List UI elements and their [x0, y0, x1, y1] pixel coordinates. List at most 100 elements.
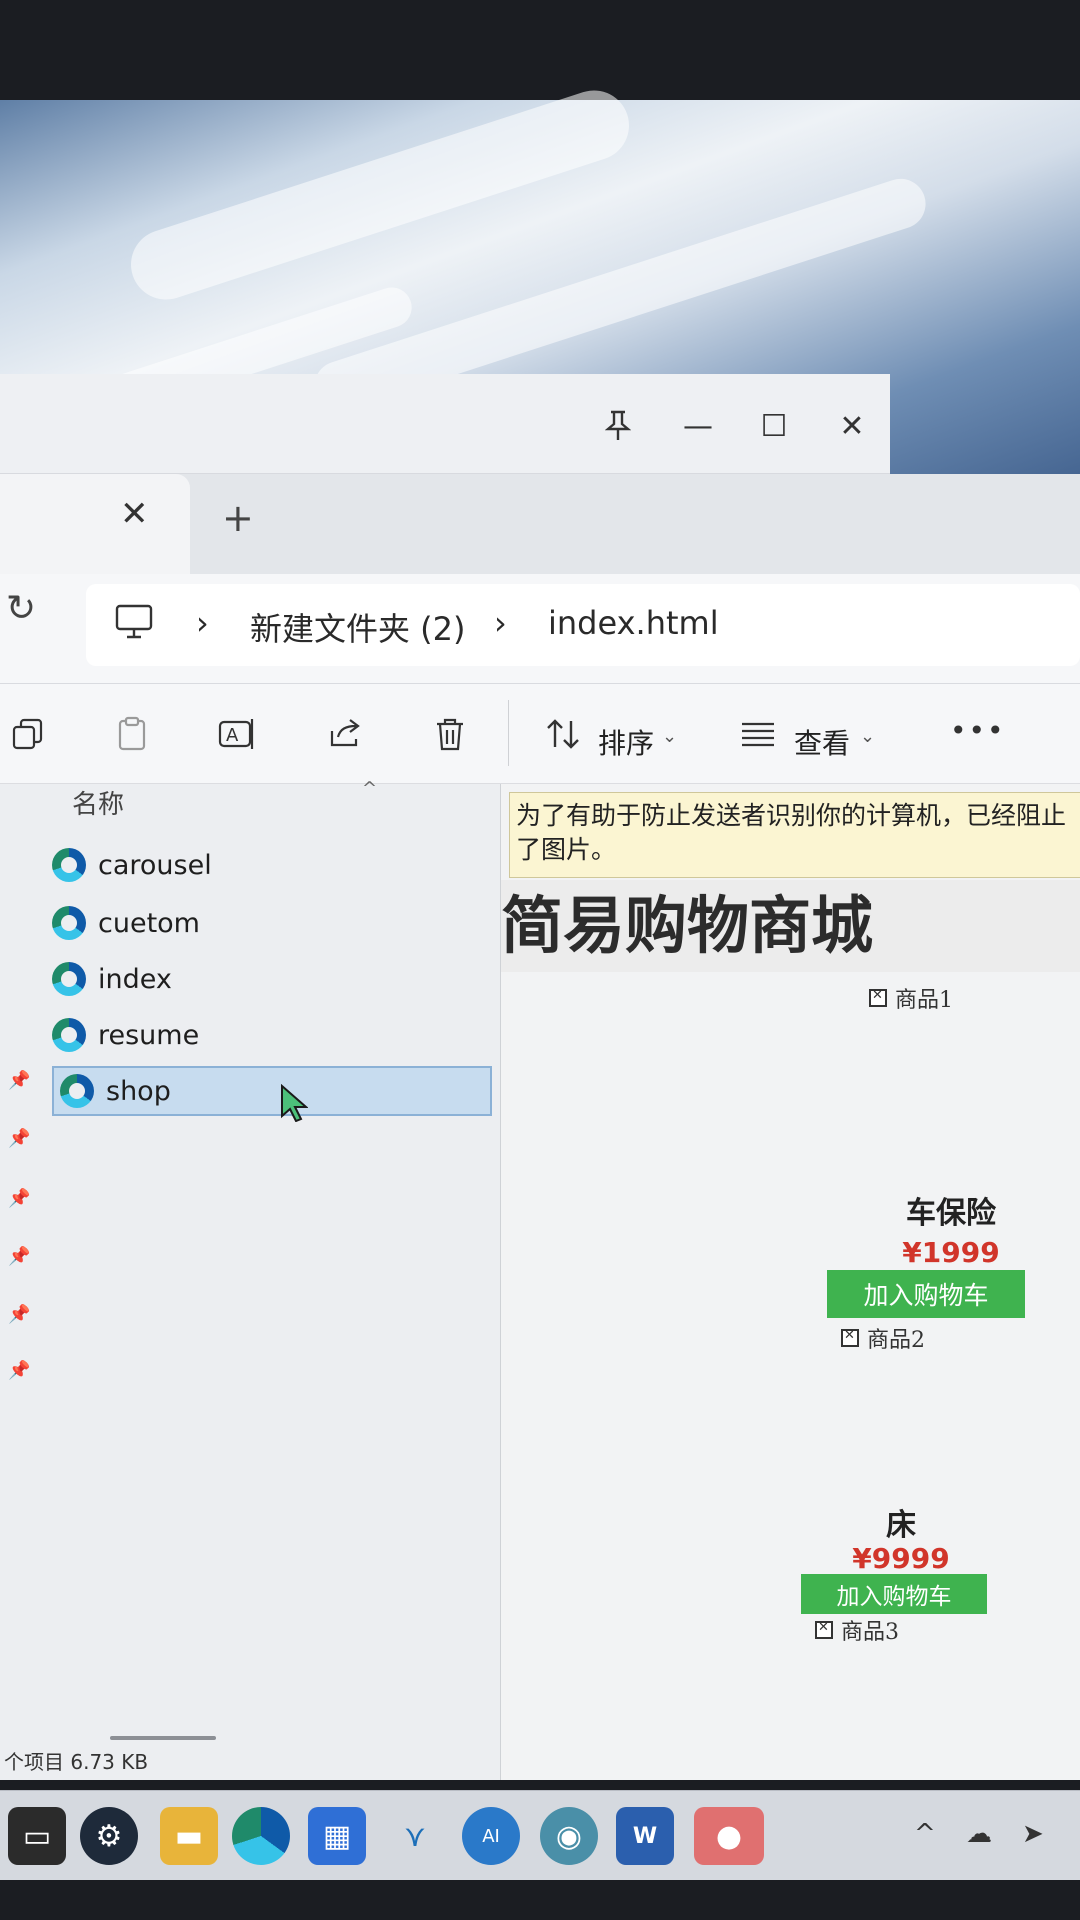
- sort-chevron-down-icon: ⌄: [662, 726, 678, 747]
- paste-icon: [118, 716, 146, 751]
- cloud-icon[interactable]: ☁: [966, 1819, 992, 1849]
- vscode-icon[interactable]: ⋎: [386, 1807, 444, 1865]
- maximize-icon: ☐: [760, 408, 788, 444]
- rename-button[interactable]: A: [210, 706, 266, 762]
- edge-icon: [52, 962, 86, 996]
- svg-text:A: A: [226, 725, 239, 746]
- steam-icon[interactable]: ⚙: [80, 1807, 138, 1865]
- trash-icon: [437, 718, 463, 751]
- pin-icon: 📌: [8, 1128, 31, 1149]
- word-icon[interactable]: W: [616, 1807, 674, 1865]
- edge-icon: [52, 1018, 86, 1052]
- horizontal-scrollbar[interactable]: [110, 1736, 216, 1740]
- more-options-button[interactable]: •••: [950, 714, 1006, 747]
- command-bar: A 排序 ⌄ 查看 ⌄ •••: [0, 684, 1080, 784]
- pin-icon: 📌: [8, 1188, 31, 1209]
- wallpaper-streak: [121, 81, 639, 309]
- breadcrumb-separator: ›: [494, 604, 507, 642]
- shop-title: 简易购物商城: [501, 880, 1080, 972]
- edge-icon[interactable]: [232, 1807, 290, 1865]
- breadcrumb-separator: ›: [196, 604, 209, 642]
- pin-icon: [605, 410, 631, 440]
- pin-button[interactable]: [590, 400, 646, 452]
- tab-strip: ✕ +: [0, 474, 1080, 574]
- broken-image-icon: [815, 1620, 833, 1639]
- file-row-carousel[interactable]: carousel: [52, 840, 492, 890]
- store-icon[interactable]: ▦: [308, 1807, 366, 1865]
- broken-image-icon: [869, 988, 887, 1007]
- view-button[interactable]: 查看: [794, 722, 850, 762]
- address-row: ↻ › 新建文件夹 (2) › index.html: [0, 574, 1080, 684]
- new-tab-button[interactable]: +: [222, 496, 254, 540]
- file-list-pane: 名称 ^ carousel cuetom index resume shop 📌…: [0, 778, 500, 1754]
- tab-close-icon[interactable]: ✕: [120, 494, 149, 534]
- status-bar: 个项目 6.73 KB: [0, 1744, 500, 1780]
- sort-button[interactable]: 排序: [598, 722, 654, 762]
- edge-icon: [60, 1074, 94, 1108]
- close-icon: ✕: [839, 408, 865, 444]
- product-image-1: 商品1: [869, 982, 953, 1014]
- pin-icon: 📌: [8, 1070, 31, 1091]
- pin-icon: 📌: [8, 1246, 31, 1267]
- breadcrumb-folder[interactable]: 新建文件夹 (2): [250, 604, 466, 650]
- file-row-index[interactable]: index: [52, 954, 492, 1004]
- add-to-cart-button-2[interactable]: 加入购物车: [801, 1574, 987, 1614]
- taskbar: ▭ ⚙ ▬ ▦ ⋎ AI ◉ W ● ^ ☁ ➤: [0, 1790, 1080, 1880]
- product-price-1: ¥1999: [902, 1236, 1000, 1269]
- minimize-icon: —: [683, 408, 713, 444]
- wechat-icon[interactable]: ●: [694, 1807, 764, 1865]
- file-name: resume: [98, 1019, 200, 1051]
- file-row-cuetom[interactable]: cuetom: [52, 898, 492, 948]
- product-image-3: 商品3: [815, 1614, 899, 1646]
- product-name-1: 车保险: [906, 1196, 996, 1231]
- edge-ai-icon[interactable]: AI: [462, 1807, 520, 1865]
- paste-button[interactable]: [104, 706, 160, 762]
- sort-ascending-icon: ^: [362, 778, 378, 799]
- share-icon: [330, 719, 360, 747]
- location-icon[interactable]: ➤: [1022, 1819, 1044, 1849]
- mouse-cursor-icon: [281, 1084, 308, 1122]
- product-image-alt: 商品3: [841, 1620, 899, 1645]
- share-button[interactable]: [318, 706, 374, 762]
- file-name: cuetom: [98, 907, 200, 939]
- file-name: index: [98, 963, 172, 995]
- file-row-resume[interactable]: resume: [52, 1010, 492, 1060]
- blocked-images-infobar[interactable]: 为了有助于防止发送者识别你的计算机，已经阻止了图片。: [509, 792, 1080, 878]
- copy-button[interactable]: [0, 706, 56, 762]
- maximize-button[interactable]: ☐: [746, 400, 802, 452]
- view-icon: [730, 706, 786, 762]
- close-window-button[interactable]: ✕: [824, 400, 880, 452]
- rename-icon: A: [218, 719, 254, 749]
- column-header-name[interactable]: 名称: [72, 784, 124, 821]
- product-image-alt: 商品1: [895, 988, 953, 1013]
- screen-bezel: [0, 1880, 1080, 1920]
- file-row-shop[interactable]: shop: [52, 1066, 492, 1122]
- sort-icon: [536, 706, 592, 762]
- address-bar[interactable]: › 新建文件夹 (2) › index.html: [86, 584, 1080, 666]
- minimize-button[interactable]: —: [670, 400, 726, 452]
- file-name: shop: [106, 1075, 171, 1107]
- chevron-up-icon[interactable]: ^: [914, 1819, 936, 1849]
- pin-icon: 📌: [8, 1360, 31, 1381]
- broken-image-icon: [841, 1328, 859, 1347]
- this-pc-icon: [115, 604, 153, 639]
- refresh-icon[interactable]: ↻: [6, 588, 36, 629]
- folder-icon[interactable]: ▬: [160, 1807, 218, 1865]
- command-divider: [508, 700, 509, 766]
- view-chevron-down-icon: ⌄: [860, 726, 876, 747]
- delete-button[interactable]: [422, 706, 478, 762]
- product-price-2: ¥9999: [852, 1542, 950, 1575]
- edge-icon: [52, 848, 86, 882]
- add-to-cart-button-1[interactable]: 加入购物车: [827, 1270, 1025, 1318]
- product-image-alt: 商品2: [867, 1328, 925, 1353]
- preview-pane: 为了有助于防止发送者识别你的计算机，已经阻止了图片。 简易购物商城 商品1 车保…: [500, 784, 1080, 1780]
- breadcrumb-file[interactable]: index.html: [548, 604, 719, 642]
- pin-icon: 📌: [8, 1304, 31, 1325]
- copy-icon: [12, 718, 43, 750]
- camera-icon[interactable]: ◉: [540, 1807, 598, 1865]
- file-name: carousel: [98, 849, 212, 881]
- file-explorer-icon[interactable]: ▭: [8, 1807, 66, 1865]
- window-titlebar: — ☐ ✕: [0, 374, 890, 474]
- product-name-2: 床: [886, 1508, 916, 1543]
- tab-current[interactable]: ✕: [0, 474, 190, 574]
